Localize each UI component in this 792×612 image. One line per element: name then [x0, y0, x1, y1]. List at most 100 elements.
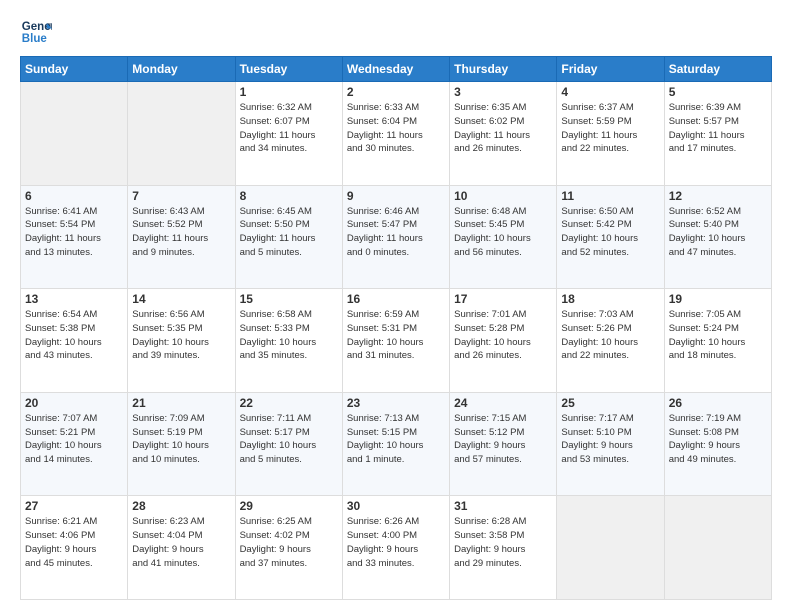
calendar-cell: 29Sunrise: 6:25 AM Sunset: 4:02 PM Dayli…: [235, 496, 342, 600]
weekday-header-tuesday: Tuesday: [235, 57, 342, 82]
day-info: Sunrise: 6:48 AM Sunset: 5:45 PM Dayligh…: [454, 205, 552, 260]
day-number: 25: [561, 396, 659, 410]
day-info: Sunrise: 7:05 AM Sunset: 5:24 PM Dayligh…: [669, 308, 767, 363]
calendar-week-3: 20 Sunrise: 7:07 AM Sunset: 5:21 PM Dayli…: [21, 392, 772, 496]
calendar-cell: 4 Sunrise: 6:37 AM Sunset: 5:59 PM Daylig…: [557, 82, 664, 186]
day-number: 7: [132, 189, 230, 203]
day-number: 6: [25, 189, 123, 203]
calendar-cell: 19Sunrise: 7:05 AM Sunset: 5:24 PM Dayli…: [664, 289, 771, 393]
calendar-cell: 10 Sunrise: 6:48 AM Sunset: 5:45 PM Dayli…: [450, 185, 557, 289]
day-info: Sunrise: 6:43 AM Sunset: 5:52 PM Dayligh…: [132, 205, 230, 260]
day-info: Sunrise: 6:54 AM Sunset: 5:38 PM Dayligh…: [25, 308, 123, 363]
day-number: 20: [25, 396, 123, 410]
day-info: Sunrise: 6:33 AM Sunset: 6:04 PM Dayligh…: [347, 101, 445, 156]
day-number: 15: [240, 292, 338, 306]
calendar-week-4: 27Sunrise: 6:21 AM Sunset: 4:06 PM Dayli…: [21, 496, 772, 600]
calendar-cell: [21, 82, 128, 186]
calendar-cell: 27Sunrise: 6:21 AM Sunset: 4:06 PM Dayli…: [21, 496, 128, 600]
calendar-cell: 26 Sunrise: 7:19 AM Sunset: 5:08 PM Dayli…: [664, 392, 771, 496]
day-number: 5: [669, 85, 767, 99]
calendar-cell: 1 Sunrise: 6:32 AM Sunset: 6:07 PM Daylig…: [235, 82, 342, 186]
calendar-cell: 18 Sunrise: 7:03 AM Sunset: 5:26 PM Dayli…: [557, 289, 664, 393]
day-number: 9: [347, 189, 445, 203]
calendar-cell: 13 Sunrise: 6:54 AM Sunset: 5:38 PM Dayli…: [21, 289, 128, 393]
calendar-cell: 25 Sunrise: 7:17 AM Sunset: 5:10 PM Dayli…: [557, 392, 664, 496]
weekday-header-saturday: Saturday: [664, 57, 771, 82]
day-info: Sunrise: 6:39 AM Sunset: 5:57 PM Dayligh…: [669, 101, 767, 156]
calendar-cell: 16Sunrise: 6:59 AM Sunset: 5:31 PM Dayli…: [342, 289, 449, 393]
day-number: 30: [347, 499, 445, 513]
calendar-cell: 2 Sunrise: 6:33 AM Sunset: 6:04 PM Daylig…: [342, 82, 449, 186]
weekday-header-wednesday: Wednesday: [342, 57, 449, 82]
day-info: Sunrise: 6:32 AM Sunset: 6:07 PM Dayligh…: [240, 101, 338, 156]
day-number: 23: [347, 396, 445, 410]
calendar-cell: 28Sunrise: 6:23 AM Sunset: 4:04 PM Dayli…: [128, 496, 235, 600]
calendar-cell: 14Sunrise: 6:56 AM Sunset: 5:35 PM Dayli…: [128, 289, 235, 393]
day-info: Sunrise: 7:15 AM Sunset: 5:12 PM Dayligh…: [454, 412, 552, 467]
calendar-cell: 21 Sunrise: 7:09 AM Sunset: 5:19 PM Dayli…: [128, 392, 235, 496]
day-info: Sunrise: 6:52 AM Sunset: 5:40 PM Dayligh…: [669, 205, 767, 260]
day-number: 10: [454, 189, 552, 203]
calendar-week-2: 13 Sunrise: 6:54 AM Sunset: 5:38 PM Dayli…: [21, 289, 772, 393]
calendar-cell: 23 Sunrise: 7:13 AM Sunset: 5:15 PM Dayli…: [342, 392, 449, 496]
header: General Blue: [20, 16, 772, 48]
day-number: 26: [669, 396, 767, 410]
day-number: 17: [454, 292, 552, 306]
day-number: 16: [347, 292, 445, 306]
weekday-header-monday: Monday: [128, 57, 235, 82]
calendar-cell: 6 Sunrise: 6:41 AM Sunset: 5:54 PM Daylig…: [21, 185, 128, 289]
day-info: Sunrise: 6:56 AM Sunset: 5:35 PM Dayligh…: [132, 308, 230, 363]
day-number: 28: [132, 499, 230, 513]
day-info: Sunrise: 6:58 AM Sunset: 5:33 PM Dayligh…: [240, 308, 338, 363]
calendar-cell: 31 Sunrise: 6:28 AM Sunset: 3:58 PM Dayli…: [450, 496, 557, 600]
calendar-cell: [128, 82, 235, 186]
day-number: 22: [240, 396, 338, 410]
day-info: Sunrise: 6:37 AM Sunset: 5:59 PM Dayligh…: [561, 101, 659, 156]
day-number: 31: [454, 499, 552, 513]
day-number: 4: [561, 85, 659, 99]
day-info: Sunrise: 6:28 AM Sunset: 3:58 PM Dayligh…: [454, 515, 552, 570]
day-number: 18: [561, 292, 659, 306]
day-info: Sunrise: 6:50 AM Sunset: 5:42 PM Dayligh…: [561, 205, 659, 260]
day-number: 12: [669, 189, 767, 203]
day-info: Sunrise: 7:01 AM Sunset: 5:28 PM Dayligh…: [454, 308, 552, 363]
day-info: Sunrise: 7:19 AM Sunset: 5:08 PM Dayligh…: [669, 412, 767, 467]
calendar-cell: 7 Sunrise: 6:43 AM Sunset: 5:52 PM Daylig…: [128, 185, 235, 289]
calendar-week-1: 6 Sunrise: 6:41 AM Sunset: 5:54 PM Daylig…: [21, 185, 772, 289]
day-number: 11: [561, 189, 659, 203]
calendar-week-0: 1 Sunrise: 6:32 AM Sunset: 6:07 PM Daylig…: [21, 82, 772, 186]
day-info: Sunrise: 7:09 AM Sunset: 5:19 PM Dayligh…: [132, 412, 230, 467]
calendar-table: SundayMondayTuesdayWednesdayThursdayFrid…: [20, 56, 772, 600]
calendar-cell: 11 Sunrise: 6:50 AM Sunset: 5:42 PM Dayli…: [557, 185, 664, 289]
logo: General Blue: [20, 16, 52, 48]
calendar-cell: 15 Sunrise: 6:58 AM Sunset: 5:33 PM Dayli…: [235, 289, 342, 393]
page: General Blue SundayMondayTuesdayWednesda…: [0, 0, 792, 612]
calendar-cell: 5 Sunrise: 6:39 AM Sunset: 5:57 PM Daylig…: [664, 82, 771, 186]
calendar-cell: [664, 496, 771, 600]
day-info: Sunrise: 6:26 AM Sunset: 4:00 PM Dayligh…: [347, 515, 445, 570]
day-number: 1: [240, 85, 338, 99]
day-info: Sunrise: 6:35 AM Sunset: 6:02 PM Dayligh…: [454, 101, 552, 156]
calendar-cell: 3 Sunrise: 6:35 AM Sunset: 6:02 PM Daylig…: [450, 82, 557, 186]
weekday-header-sunday: Sunday: [21, 57, 128, 82]
day-number: 3: [454, 85, 552, 99]
day-info: Sunrise: 7:11 AM Sunset: 5:17 PM Dayligh…: [240, 412, 338, 467]
day-info: Sunrise: 6:41 AM Sunset: 5:54 PM Dayligh…: [25, 205, 123, 260]
weekday-header-row: SundayMondayTuesdayWednesdayThursdayFrid…: [21, 57, 772, 82]
svg-text:Blue: Blue: [22, 33, 48, 45]
calendar-cell: 12 Sunrise: 6:52 AM Sunset: 5:40 PM Dayli…: [664, 185, 771, 289]
day-info: Sunrise: 7:03 AM Sunset: 5:26 PM Dayligh…: [561, 308, 659, 363]
day-info: Sunrise: 7:17 AM Sunset: 5:10 PM Dayligh…: [561, 412, 659, 467]
day-number: 13: [25, 292, 123, 306]
day-info: Sunrise: 7:07 AM Sunset: 5:21 PM Dayligh…: [25, 412, 123, 467]
calendar-cell: 8 Sunrise: 6:45 AM Sunset: 5:50 PM Daylig…: [235, 185, 342, 289]
day-info: Sunrise: 6:45 AM Sunset: 5:50 PM Dayligh…: [240, 205, 338, 260]
day-number: 21: [132, 396, 230, 410]
calendar-cell: 17 Sunrise: 7:01 AM Sunset: 5:28 PM Dayli…: [450, 289, 557, 393]
day-number: 2: [347, 85, 445, 99]
day-number: 8: [240, 189, 338, 203]
calendar-cell: [557, 496, 664, 600]
day-info: Sunrise: 7:13 AM Sunset: 5:15 PM Dayligh…: [347, 412, 445, 467]
day-info: Sunrise: 6:21 AM Sunset: 4:06 PM Dayligh…: [25, 515, 123, 570]
calendar-cell: 9Sunrise: 6:46 AM Sunset: 5:47 PM Daylig…: [342, 185, 449, 289]
